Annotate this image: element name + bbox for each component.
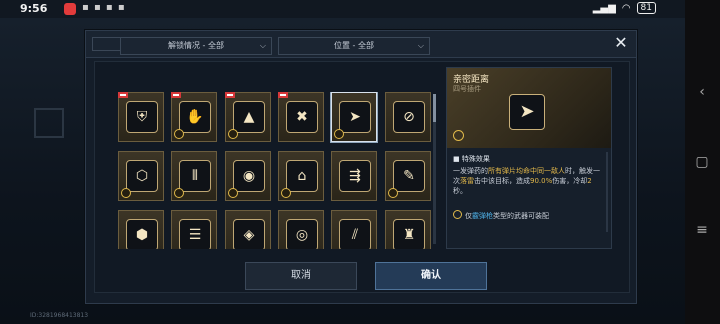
notification-dots-icon: ▪ ▪ ▪ ▪ — [82, 2, 126, 13]
plugin-tile[interactable]: ♜ — [385, 210, 431, 249]
plugin-icon: ✖ — [286, 101, 318, 133]
background-frame-icon — [34, 108, 64, 138]
effect-section-title: ■ 特殊效果 — [453, 155, 490, 163]
plugin-tile[interactable]: ⊘ — [385, 92, 431, 142]
cancel-button[interactable]: 取消 — [245, 262, 357, 290]
plugin-icon: ➤ — [339, 101, 371, 133]
plugin-icon: ♜ — [393, 219, 425, 249]
notification-app-icon — [64, 3, 76, 15]
plugin-icon: ▲ — [233, 101, 265, 133]
nav-back-icon[interactable]: ‹ — [694, 84, 710, 100]
new-tag-icon — [118, 92, 128, 98]
plugin-icon: ◎ — [286, 219, 318, 249]
system-nav-bar: ‹ ▢ ≡ — [685, 0, 720, 324]
plugin-tile[interactable]: ☰ — [171, 210, 217, 249]
unlock-filter-dropdown[interactable]: 解锁情况 - 全部 ⌵ — [120, 37, 272, 55]
plugin-icon: ⛨ — [126, 101, 158, 133]
wifi-icon: ◠ — [621, 2, 631, 14]
rarity-badge-icon — [174, 188, 184, 198]
plugin-grid: ⛨ ✋ ▲ ✖ ➤ ⊘ ⬡ ⫴ ◉ ⌂ ⇶ ✎ ⬢ ☰ ◈ ◎ ⫽ ♜ — [118, 92, 438, 249]
plugin-icon: ⬡ — [126, 160, 158, 192]
plugin-tile[interactable]: ⬢ — [118, 210, 164, 249]
plugin-icon: ⫽ — [339, 219, 371, 249]
plugin-icon: ⇶ — [339, 160, 371, 192]
position-filter-dropdown[interactable]: 位置 - 全部 ⌵ — [278, 37, 430, 55]
effect-description: 一发弹药的所有弹片均命中同一敌人时，触发一次落雷击中该目标，造成90.0%伤害，… — [453, 167, 600, 195]
plugin-tile[interactable]: ⛨ — [118, 92, 164, 142]
grid-scrollbar-thumb[interactable] — [433, 94, 436, 122]
plugin-icon: ⫴ — [179, 160, 211, 192]
status-icons: ▂▄▆ ◠ 81 — [593, 2, 656, 14]
plugin-tile[interactable]: ✋ — [171, 92, 217, 142]
confirm-button[interactable]: 确认 — [375, 262, 487, 290]
plugin-tile[interactable]: ➤ — [331, 92, 377, 142]
nav-recents-icon[interactable]: ≡ — [694, 222, 710, 238]
plugin-icon: ⌂ — [286, 160, 318, 192]
status-bar: 9:56 ▪ ▪ ▪ ▪ ▂▄▆ ◠ 81 — [0, 0, 720, 18]
plugin-tile[interactable]: ✖ — [278, 92, 324, 142]
weapon-restriction: 仅霰弹枪类型的武器可装配 — [453, 210, 549, 221]
plugin-detail-panel: 亲密距离 四号插件 ➤ ■ 特殊效果 一发弹药的所有弹片均命中同一敌人时，触发一… — [446, 67, 612, 249]
clock: 9:56 — [20, 2, 48, 15]
signal-icon: ▂▄▆ — [592, 2, 616, 14]
new-tag-icon — [171, 92, 181, 98]
plugin-icon: ✎ — [393, 160, 425, 192]
rarity-badge-icon — [121, 188, 131, 198]
plugin-icon: ◉ — [233, 160, 265, 192]
plugin-detail-header: 亲密距离 四号插件 ➤ — [447, 68, 611, 148]
unlock-filter-label: 解锁情况 - 全部 — [168, 41, 224, 50]
rarity-badge-icon — [453, 130, 464, 141]
plugin-tile[interactable]: ⌂ — [278, 151, 324, 201]
new-tag-icon — [225, 92, 235, 98]
plugin-icon: ✋ — [179, 101, 211, 133]
plugin-tile[interactable]: ✎ — [385, 151, 431, 201]
rarity-badge-icon — [281, 188, 291, 198]
plugin-icon: ☰ — [179, 219, 211, 249]
plugin-large-icon: ➤ — [509, 94, 545, 130]
plugin-tile[interactable]: ◈ — [225, 210, 271, 249]
new-tag-icon — [278, 92, 288, 98]
position-filter-label: 位置 - 全部 — [334, 41, 374, 50]
plugin-tile[interactable]: ⬡ — [118, 151, 164, 201]
rarity-badge-icon — [334, 129, 344, 139]
rarity-badge-icon — [388, 188, 398, 198]
chevron-down-icon: ⌵ — [417, 41, 424, 50]
plugin-icon: ⬢ — [126, 219, 158, 249]
restriction-icon — [453, 210, 462, 219]
detail-scrollbar[interactable] — [606, 152, 608, 232]
plugin-tile[interactable]: ⫽ — [331, 210, 377, 249]
player-id: ID:3281968413813 — [30, 312, 89, 319]
plugin-tile[interactable]: ⫴ — [171, 151, 217, 201]
close-button[interactable]: ✕ — [612, 34, 630, 52]
plugin-tile[interactable]: ▲ — [225, 92, 271, 142]
plugin-icon: ⊘ — [393, 101, 425, 133]
rarity-badge-icon — [174, 129, 184, 139]
nav-home-icon[interactable]: ▢ — [694, 154, 710, 170]
chevron-down-icon: ⌵ — [259, 41, 266, 50]
plugin-icon: ◈ — [233, 219, 265, 249]
plugin-tile[interactable]: ◉ — [225, 151, 271, 201]
battery-indicator: 81 — [636, 2, 656, 14]
rarity-badge-icon — [228, 188, 238, 198]
rarity-badge-icon — [228, 129, 238, 139]
plugin-slot: 四号插件 — [453, 85, 481, 93]
plugin-tile[interactable]: ⇶ — [331, 151, 377, 201]
plugin-tile[interactable]: ◎ — [278, 210, 324, 249]
